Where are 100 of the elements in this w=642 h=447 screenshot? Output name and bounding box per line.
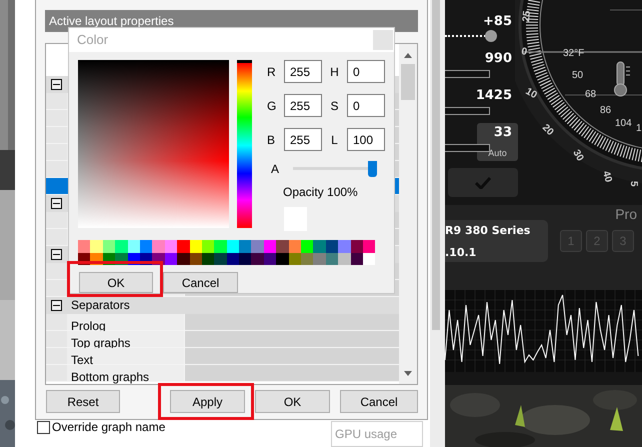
gauge-scale-label: 5 bbox=[628, 181, 639, 187]
scroll-down-icon[interactable] bbox=[404, 371, 412, 376]
channel-field[interactable]: 100 bbox=[347, 128, 385, 151]
slider-knob[interactable] bbox=[485, 30, 497, 42]
checkbox-label: Override graph name bbox=[52, 420, 166, 435]
collapse-toggle-icon[interactable] bbox=[51, 198, 62, 209]
palette-swatch[interactable] bbox=[239, 252, 252, 265]
palette-swatch[interactable] bbox=[301, 240, 314, 252]
color-gradient-area[interactable] bbox=[78, 60, 230, 228]
palette-swatch[interactable] bbox=[140, 240, 152, 252]
gauge-temperature-label: 32°F bbox=[563, 48, 584, 59]
palette-swatch[interactable] bbox=[264, 240, 276, 252]
palette-swatch[interactable] bbox=[115, 240, 128, 252]
palette-swatch[interactable] bbox=[164, 240, 178, 252]
scrollbar[interactable] bbox=[399, 44, 417, 384]
gauge-scale-label: 0 bbox=[520, 46, 528, 58]
collapse-toggle-icon[interactable] bbox=[51, 300, 62, 311]
channel-label: G bbox=[267, 98, 278, 114]
property-value-cell[interactable] bbox=[185, 314, 399, 330]
cancel-button[interactable]: Cancel bbox=[163, 272, 238, 293]
device-name: R9 380 Series bbox=[445, 223, 532, 239]
palette-swatch[interactable] bbox=[251, 252, 264, 265]
driver-version: .10.1 bbox=[445, 244, 478, 260]
gauge-scale-label: 20 bbox=[540, 122, 556, 138]
reading-bar[interactable] bbox=[445, 107, 490, 115]
channel-field[interactable]: 0 bbox=[347, 94, 385, 117]
collapse-toggle-icon[interactable] bbox=[51, 249, 62, 260]
property-value-cell[interactable] bbox=[185, 348, 399, 364]
property-label[interactable]: Text bbox=[67, 353, 94, 367]
channel-field[interactable]: 255 bbox=[284, 128, 322, 151]
gauge-scale-label: 40 bbox=[600, 170, 614, 184]
palette-swatch[interactable] bbox=[177, 240, 190, 252]
property-label[interactable]: Prolog bbox=[67, 319, 106, 333]
gauge-temperature-label: 1 bbox=[636, 123, 642, 134]
palette-swatch[interactable] bbox=[313, 240, 326, 252]
opacity-label: Opacity 100% bbox=[283, 184, 359, 201]
hue-bar[interactable] bbox=[237, 60, 252, 228]
channel-field[interactable]: 255 bbox=[284, 60, 322, 83]
palette-swatch[interactable] bbox=[226, 240, 240, 252]
reset-button[interactable]: Reset bbox=[46, 390, 120, 413]
channel-label: L bbox=[330, 132, 339, 148]
palette-swatch[interactable] bbox=[239, 240, 252, 252]
alpha-slider[interactable] bbox=[293, 161, 377, 177]
reading-bar[interactable] bbox=[445, 144, 490, 152]
gauge-scale-label: 25 bbox=[521, 10, 533, 22]
gauge-scale-label: 10 bbox=[524, 86, 539, 102]
gauge-temperature-label: 50 bbox=[572, 70, 584, 81]
channel-label: H bbox=[329, 64, 340, 80]
palette-swatch[interactable] bbox=[338, 240, 351, 252]
palette-swatch[interactable] bbox=[338, 252, 351, 265]
palette-swatch[interactable] bbox=[177, 252, 190, 265]
palette-swatch[interactable] bbox=[301, 252, 314, 265]
palette-swatch[interactable] bbox=[313, 252, 326, 265]
palette-swatch[interactable] bbox=[214, 252, 227, 265]
gauge-scale-label: 30 bbox=[570, 148, 586, 164]
palette-swatch[interactable] bbox=[190, 240, 202, 252]
palette-swatch[interactable] bbox=[276, 240, 289, 252]
reading-value: 990 bbox=[484, 51, 513, 66]
palette-swatch[interactable] bbox=[202, 240, 214, 252]
dialog-title: Color bbox=[76, 31, 108, 50]
section-title: Active layout properties bbox=[48, 13, 174, 30]
palette-swatch[interactable] bbox=[214, 240, 227, 252]
palette-swatch[interactable] bbox=[78, 240, 90, 252]
palette-swatch[interactable] bbox=[288, 240, 302, 252]
cancel-button[interactable]: Cancel bbox=[340, 390, 418, 413]
channel-label: S bbox=[329, 98, 340, 114]
channel-field[interactable]: 0 bbox=[347, 60, 385, 83]
apply-button[interactable]: Apply bbox=[170, 390, 245, 413]
palette-swatch[interactable] bbox=[276, 252, 289, 265]
palette-swatch[interactable] bbox=[90, 240, 103, 252]
gauge-temperature-label: 104 bbox=[615, 118, 632, 129]
channel-label: R bbox=[267, 64, 277, 80]
palette-swatch[interactable] bbox=[326, 240, 338, 252]
palette-swatch[interactable] bbox=[102, 240, 116, 252]
gauge-temperature-label: 68 bbox=[585, 89, 596, 100]
ok-button[interactable]: OK bbox=[79, 272, 153, 293]
gauge-temperature-label: 86 bbox=[600, 105, 612, 116]
palette-swatch[interactable] bbox=[362, 240, 376, 252]
scrollbar-thumb[interactable] bbox=[401, 64, 415, 100]
checkbox[interactable] bbox=[37, 421, 50, 434]
scroll-up-icon[interactable] bbox=[404, 53, 412, 58]
reading-value: +85 bbox=[483, 14, 513, 29]
property-value-cell[interactable] bbox=[185, 365, 399, 381]
property-value-cell[interactable] bbox=[185, 331, 399, 347]
palette-swatch[interactable] bbox=[350, 240, 363, 252]
slider-thumb[interactable] bbox=[368, 161, 377, 177]
collapse-toggle-icon[interactable] bbox=[51, 79, 62, 90]
palette-swatch[interactable] bbox=[251, 240, 264, 252]
palette-swatch[interactable] bbox=[128, 240, 140, 252]
reading-value: 33 bbox=[494, 125, 513, 140]
ok-button[interactable]: OK bbox=[255, 390, 330, 413]
group-label: Separators bbox=[70, 297, 130, 314]
reading-value: 1425 bbox=[476, 88, 513, 103]
check-icon bbox=[475, 176, 491, 188]
palette-swatch[interactable] bbox=[152, 240, 165, 252]
channel-field[interactable]: 255 bbox=[284, 94, 322, 117]
scrollbar[interactable] bbox=[432, 0, 440, 330]
apply-check-button[interactable] bbox=[448, 168, 518, 197]
property-label[interactable]: Bottom graphs bbox=[67, 370, 150, 384]
reading-bar[interactable] bbox=[445, 70, 490, 78]
